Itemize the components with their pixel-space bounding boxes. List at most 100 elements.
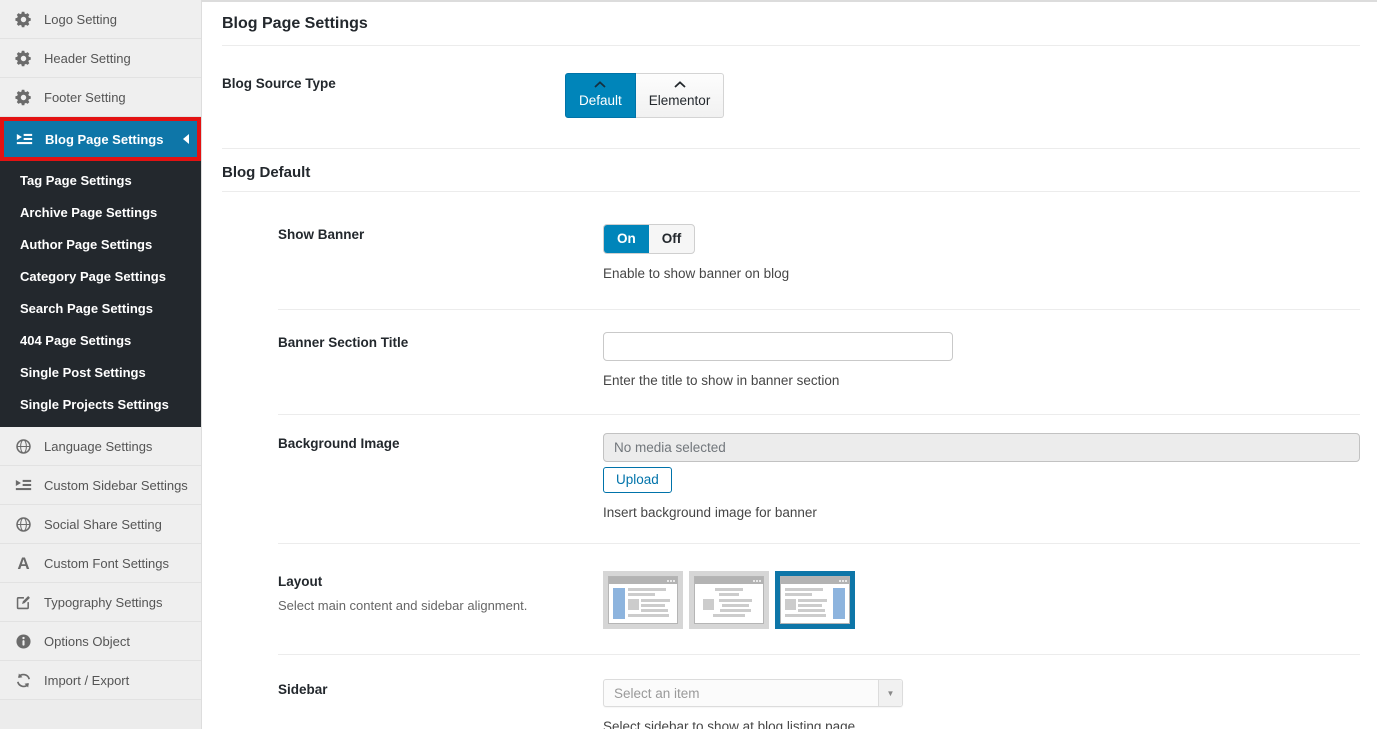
globe-icon [15, 438, 32, 455]
source-type-button-set: Default Elementor [565, 73, 1360, 118]
gear-icon [15, 11, 32, 28]
sidebar-item-label: Header Setting [44, 51, 131, 66]
edit-icon [15, 594, 32, 611]
source-type-default-button[interactable]: Default [565, 73, 636, 118]
field-description: Enable to show banner on blog [603, 266, 1360, 281]
sidebar-item-label: Logo Setting [44, 12, 117, 27]
button-label: Default [579, 93, 622, 108]
dropdown-arrow-icon[interactable]: ▼ [878, 680, 902, 706]
thumb-content-lines [628, 588, 673, 619]
globe-icon [15, 516, 32, 533]
thumb-sidebar-bar [613, 588, 625, 619]
layout-option-right-sidebar[interactable] [775, 571, 855, 629]
toggle-on-button[interactable]: On [604, 225, 649, 253]
menu-list-icon [15, 477, 32, 494]
chevron-up-icon [594, 81, 606, 88]
upload-button[interactable]: Upload [603, 467, 672, 493]
settings-sidebar: Logo Setting Header Setting Footer Setti… [0, 0, 202, 729]
sidebar-item-logo-setting[interactable]: Logo Setting [0, 0, 201, 39]
source-type-elementor-button[interactable]: Elementor [636, 73, 725, 118]
sidebar-item-blog-page-settings[interactable]: Blog Page Settings [0, 117, 201, 161]
sidebar-item-label: Footer Setting [44, 90, 126, 105]
gear-icon [15, 50, 32, 67]
show-banner-row: Show Banner On Off Enable to show banner… [278, 192, 1360, 310]
thumb-body [781, 584, 849, 623]
field-label: Show Banner [278, 224, 603, 281]
sidebar-item-label: Import / Export [44, 673, 129, 688]
layout-thumb-window [608, 576, 678, 624]
submenu-item-single-post[interactable]: Single Post Settings [0, 357, 201, 389]
field-description: Enter the title to show in banner sectio… [603, 373, 1360, 388]
layout-description: Select main content and sidebar alignmen… [278, 598, 568, 613]
thumb-body [609, 584, 677, 623]
layout-thumb-window [694, 576, 764, 624]
thumb-sidebar-bar [833, 588, 845, 619]
sidebar-item-label: Custom Font Settings [44, 556, 169, 571]
sidebar-item-label: Social Share Setting [44, 517, 162, 532]
field-description: Select sidebar to show at blog listing p… [603, 719, 1360, 729]
layout-option-left-sidebar[interactable] [603, 571, 683, 629]
media-url-input[interactable] [603, 433, 1360, 462]
sidebar-item-label: Typography Settings [44, 595, 163, 610]
field-label: Sidebar [278, 679, 603, 729]
field-description: Insert background image for banner [603, 505, 1360, 520]
blog-source-type-row: Blog Source Type Default Elementor [222, 46, 1360, 149]
blog-source-type-control: Default Elementor [565, 73, 1360, 118]
submenu-item-single-projects[interactable]: Single Projects Settings [0, 389, 201, 421]
banner-title-input[interactable] [603, 332, 953, 361]
sidebar-item-typography-settings[interactable]: Typography Settings [0, 583, 201, 622]
thumb-titlebar [781, 577, 849, 584]
section-title: Blog Default [222, 149, 1360, 192]
banner-section-title-row: Banner Section Title Enter the title to … [278, 310, 1360, 415]
thumb-body [695, 584, 763, 623]
active-item-arrow-icon [183, 134, 189, 144]
layout-option-full-width[interactable] [689, 571, 769, 629]
sidebar-item-header-setting[interactable]: Header Setting [0, 39, 201, 78]
field-label: Background Image [278, 433, 603, 520]
page-title: Blog Page Settings [222, 2, 1360, 46]
layout-label: Layout [278, 574, 603, 589]
layout-options [603, 571, 1360, 629]
background-image-control: Upload Insert background image for banne… [603, 433, 1360, 520]
sidebar-select-control: Select an item ▼ Select sidebar to show … [603, 679, 1360, 729]
toggle-off-button[interactable]: Off [649, 225, 695, 253]
sidebar-item-social-share-setting[interactable]: Social Share Setting [0, 505, 201, 544]
thumb-content-lines [785, 588, 830, 619]
letter-a-icon: A [15, 555, 32, 572]
blog-settings-submenu: Tag Page Settings Archive Page Settings … [0, 161, 201, 427]
field-label: Banner Section Title [278, 332, 603, 388]
sidebar-item-label: Options Object [44, 634, 130, 649]
submenu-item-tag-page[interactable]: Tag Page Settings [0, 165, 201, 197]
sidebar-item-language-settings[interactable]: Language Settings [0, 427, 201, 466]
sidebar-item-custom-sidebar-settings[interactable]: Custom Sidebar Settings [0, 466, 201, 505]
info-icon [15, 633, 32, 650]
thumb-content-lines [703, 588, 755, 619]
sidebar-item-footer-setting[interactable]: Footer Setting [0, 78, 201, 117]
sidebar-item-custom-font-settings[interactable]: A Custom Font Settings [0, 544, 201, 583]
layout-thumb-window [780, 576, 850, 624]
sidebar-item-options-object[interactable]: Options Object [0, 622, 201, 661]
chevron-up-icon [674, 81, 686, 88]
select-placeholder: Select an item [604, 686, 878, 701]
show-banner-control: On Off Enable to show banner on blog [603, 224, 1360, 281]
submenu-item-author-page[interactable]: Author Page Settings [0, 229, 201, 261]
thumb-titlebar [695, 577, 763, 584]
show-banner-toggle: On Off [603, 224, 695, 254]
sidebar-select-dropdown[interactable]: Select an item ▼ [603, 679, 903, 707]
sidebar-empty-area [0, 700, 201, 729]
submenu-item-category-page[interactable]: Category Page Settings [0, 261, 201, 293]
submenu-item-404-page[interactable]: 404 Page Settings [0, 325, 201, 357]
submenu-item-search-page[interactable]: Search Page Settings [0, 293, 201, 325]
submenu-item-archive-page[interactable]: Archive Page Settings [0, 197, 201, 229]
background-image-row: Background Image Upload Insert backgroun… [278, 415, 1360, 544]
field-label: Layout Select main content and sidebar a… [278, 571, 603, 629]
sidebar-select-row: Sidebar Select an item ▼ Select sidebar … [278, 655, 1360, 729]
sidebar-item-import-export[interactable]: Import / Export [0, 661, 201, 700]
refresh-icon [15, 672, 32, 689]
sidebar-item-label: Blog Page Settings [45, 132, 163, 147]
field-label: Blog Source Type [222, 73, 565, 118]
theme-options-panel: Logo Setting Header Setting Footer Setti… [0, 0, 1377, 729]
settings-content: Blog Page Settings Blog Source Type Defa… [202, 0, 1377, 729]
button-label: Elementor [649, 93, 711, 108]
sidebar-item-label: Custom Sidebar Settings [44, 478, 188, 493]
